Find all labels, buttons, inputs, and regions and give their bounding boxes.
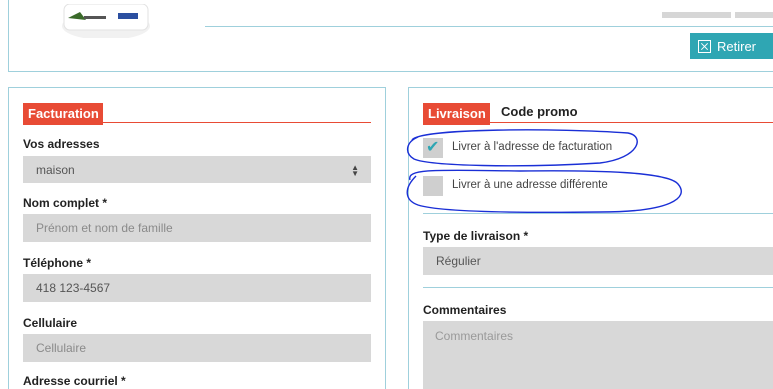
comments-textarea[interactable]: Commentaires — [423, 321, 773, 389]
product-package-image — [62, 4, 150, 38]
shipping-panel: Livraison Code promo ✔ Livrer à l'adress… — [408, 87, 773, 389]
comments-label: Commentaires — [423, 303, 507, 317]
fullname-placeholder: Prénom et nom de famille — [36, 221, 173, 235]
tab-placeholder — [735, 12, 773, 18]
header-underline — [23, 122, 371, 123]
tab-placeholder — [662, 12, 731, 18]
phone-input[interactable]: 418 123-4567 — [23, 274, 371, 302]
remove-button-label: Retirer — [717, 38, 757, 54]
ship-to-billing-label[interactable]: Livrer à l'adresse de facturation — [452, 141, 612, 153]
remove-button[interactable]: Retirer — [690, 33, 773, 59]
addresses-select[interactable]: maison ▲ ▼ — [23, 156, 371, 183]
ship-to-billing-checkbox[interactable]: ✔ — [423, 138, 443, 158]
checkmark-icon: ✔ — [426, 139, 440, 156]
divider — [423, 213, 773, 214]
phone-label: Téléphone * — [23, 256, 92, 270]
delivery-type-select[interactable]: Régulier — [423, 247, 773, 275]
phone-value: 418 123-4567 — [36, 281, 111, 295]
divider — [423, 287, 773, 288]
fullname-label: Nom complet * — [23, 196, 108, 210]
comments-placeholder: Commentaires — [435, 329, 514, 343]
cell-input[interactable]: Cellulaire — [23, 334, 371, 362]
close-icon — [698, 39, 711, 53]
delivery-type-value: Régulier — [436, 254, 481, 268]
billing-panel: Facturation Vos adresses maison ▲ ▼ Nom c… — [8, 87, 386, 389]
tab-code-promo[interactable]: Code promo — [501, 104, 578, 119]
delivery-type-label: Type de livraison * — [423, 229, 529, 243]
header-underline — [423, 122, 773, 123]
cell-placeholder: Cellulaire — [36, 341, 87, 355]
addresses-label: Vos adresses — [23, 137, 100, 151]
addresses-select-value: maison — [36, 162, 75, 177]
select-arrows-icon: ▲ ▼ — [351, 163, 359, 178]
divider — [205, 26, 773, 27]
ship-different-checkbox[interactable] — [423, 176, 443, 196]
email-label: Adresse courriel * — [23, 374, 126, 388]
fullname-input[interactable]: Prénom et nom de famille — [23, 214, 371, 242]
ship-different-label[interactable]: Livrer à une adresse différente — [452, 179, 608, 191]
cell-label: Cellulaire — [23, 316, 78, 330]
